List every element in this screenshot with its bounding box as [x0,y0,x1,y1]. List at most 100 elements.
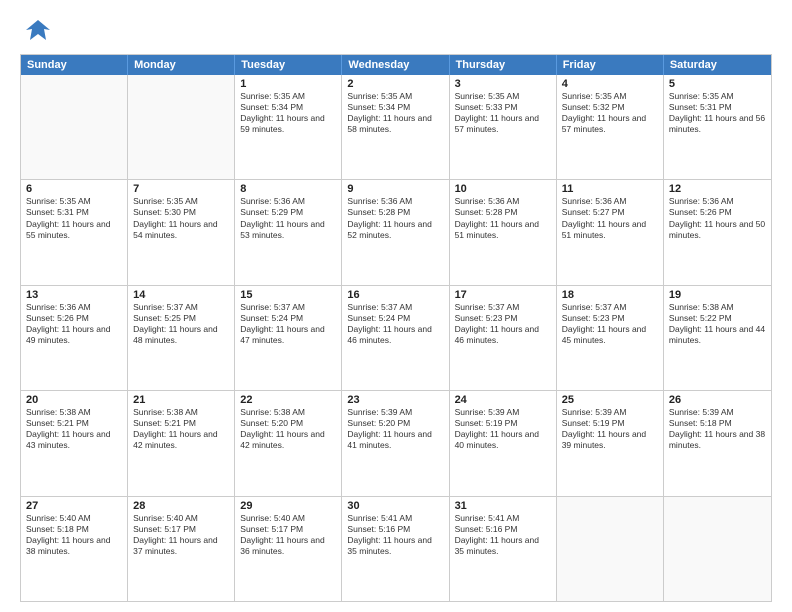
calendar-cell: 21Sunrise: 5:38 AM Sunset: 5:21 PM Dayli… [128,391,235,495]
calendar-cell: 9Sunrise: 5:36 AM Sunset: 5:28 PM Daylig… [342,180,449,284]
header-day-monday: Monday [128,55,235,75]
day-number: 2 [347,78,443,90]
calendar-cell [557,497,664,601]
header-day-tuesday: Tuesday [235,55,342,75]
calendar-body: 1Sunrise: 5:35 AM Sunset: 5:34 PM Daylig… [21,75,771,601]
calendar-cell: 5Sunrise: 5:35 AM Sunset: 5:31 PM Daylig… [664,75,771,179]
day-number: 21 [133,394,229,406]
day-number: 23 [347,394,443,406]
day-info: Sunrise: 5:37 AM Sunset: 5:23 PM Dayligh… [562,302,658,346]
day-number: 31 [455,500,551,512]
calendar-cell: 4Sunrise: 5:35 AM Sunset: 5:32 PM Daylig… [557,75,664,179]
day-number: 5 [669,78,766,90]
day-info: Sunrise: 5:38 AM Sunset: 5:21 PM Dayligh… [26,407,122,451]
day-number: 1 [240,78,336,90]
day-number: 9 [347,183,443,195]
calendar-cell: 31Sunrise: 5:41 AM Sunset: 5:16 PM Dayli… [450,497,557,601]
calendar-cell: 3Sunrise: 5:35 AM Sunset: 5:33 PM Daylig… [450,75,557,179]
day-number: 29 [240,500,336,512]
day-info: Sunrise: 5:36 AM Sunset: 5:27 PM Dayligh… [562,196,658,240]
header-day-sunday: Sunday [21,55,128,75]
day-info: Sunrise: 5:39 AM Sunset: 5:19 PM Dayligh… [455,407,551,451]
calendar-cell: 25Sunrise: 5:39 AM Sunset: 5:19 PM Dayli… [557,391,664,495]
header-day-saturday: Saturday [664,55,771,75]
day-number: 15 [240,289,336,301]
day-info: Sunrise: 5:35 AM Sunset: 5:32 PM Dayligh… [562,91,658,135]
day-info: Sunrise: 5:39 AM Sunset: 5:20 PM Dayligh… [347,407,443,451]
calendar-cell: 7Sunrise: 5:35 AM Sunset: 5:30 PM Daylig… [128,180,235,284]
day-info: Sunrise: 5:35 AM Sunset: 5:30 PM Dayligh… [133,196,229,240]
day-info: Sunrise: 5:38 AM Sunset: 5:20 PM Dayligh… [240,407,336,451]
day-info: Sunrise: 5:40 AM Sunset: 5:17 PM Dayligh… [240,513,336,557]
day-number: 24 [455,394,551,406]
day-info: Sunrise: 5:36 AM Sunset: 5:28 PM Dayligh… [347,196,443,240]
day-number: 25 [562,394,658,406]
header-day-thursday: Thursday [450,55,557,75]
day-number: 28 [133,500,229,512]
day-info: Sunrise: 5:39 AM Sunset: 5:18 PM Dayligh… [669,407,766,451]
day-number: 17 [455,289,551,301]
header-day-friday: Friday [557,55,664,75]
logo-bird-icon [24,16,52,44]
calendar-cell: 26Sunrise: 5:39 AM Sunset: 5:18 PM Dayli… [664,391,771,495]
day-info: Sunrise: 5:36 AM Sunset: 5:26 PM Dayligh… [669,196,766,240]
calendar-cell: 2Sunrise: 5:35 AM Sunset: 5:34 PM Daylig… [342,75,449,179]
day-info: Sunrise: 5:35 AM Sunset: 5:31 PM Dayligh… [26,196,122,240]
calendar-cell: 23Sunrise: 5:39 AM Sunset: 5:20 PM Dayli… [342,391,449,495]
calendar-row-0: 1Sunrise: 5:35 AM Sunset: 5:34 PM Daylig… [21,75,771,179]
calendar-row-1: 6Sunrise: 5:35 AM Sunset: 5:31 PM Daylig… [21,179,771,284]
calendar-cell: 14Sunrise: 5:37 AM Sunset: 5:25 PM Dayli… [128,286,235,390]
day-info: Sunrise: 5:35 AM Sunset: 5:34 PM Dayligh… [240,91,336,135]
day-info: Sunrise: 5:37 AM Sunset: 5:24 PM Dayligh… [347,302,443,346]
day-number: 11 [562,183,658,195]
day-number: 7 [133,183,229,195]
day-number: 27 [26,500,122,512]
logo-text-block [20,16,52,44]
day-info: Sunrise: 5:37 AM Sunset: 5:24 PM Dayligh… [240,302,336,346]
calendar-cell [128,75,235,179]
calendar-cell: 10Sunrise: 5:36 AM Sunset: 5:28 PM Dayli… [450,180,557,284]
day-number: 19 [669,289,766,301]
day-number: 30 [347,500,443,512]
day-number: 10 [455,183,551,195]
calendar-cell: 18Sunrise: 5:37 AM Sunset: 5:23 PM Dayli… [557,286,664,390]
day-info: Sunrise: 5:40 AM Sunset: 5:17 PM Dayligh… [133,513,229,557]
day-info: Sunrise: 5:41 AM Sunset: 5:16 PM Dayligh… [347,513,443,557]
day-info: Sunrise: 5:37 AM Sunset: 5:25 PM Dayligh… [133,302,229,346]
calendar-cell [21,75,128,179]
calendar-cell: 8Sunrise: 5:36 AM Sunset: 5:29 PM Daylig… [235,180,342,284]
day-info: Sunrise: 5:41 AM Sunset: 5:16 PM Dayligh… [455,513,551,557]
calendar-row-2: 13Sunrise: 5:36 AM Sunset: 5:26 PM Dayli… [21,285,771,390]
day-info: Sunrise: 5:36 AM Sunset: 5:29 PM Dayligh… [240,196,336,240]
logo [20,16,52,44]
day-number: 18 [562,289,658,301]
day-info: Sunrise: 5:35 AM Sunset: 5:33 PM Dayligh… [455,91,551,135]
day-info: Sunrise: 5:38 AM Sunset: 5:22 PM Dayligh… [669,302,766,346]
calendar-row-3: 20Sunrise: 5:38 AM Sunset: 5:21 PM Dayli… [21,390,771,495]
page: SundayMondayTuesdayWednesdayThursdayFrid… [0,0,792,612]
header-day-wednesday: Wednesday [342,55,449,75]
calendar: SundayMondayTuesdayWednesdayThursdayFrid… [20,54,772,602]
calendar-cell [664,497,771,601]
day-number: 8 [240,183,336,195]
day-number: 16 [347,289,443,301]
calendar-cell: 16Sunrise: 5:37 AM Sunset: 5:24 PM Dayli… [342,286,449,390]
calendar-cell: 28Sunrise: 5:40 AM Sunset: 5:17 PM Dayli… [128,497,235,601]
calendar-cell: 13Sunrise: 5:36 AM Sunset: 5:26 PM Dayli… [21,286,128,390]
day-info: Sunrise: 5:35 AM Sunset: 5:31 PM Dayligh… [669,91,766,135]
calendar-cell: 6Sunrise: 5:35 AM Sunset: 5:31 PM Daylig… [21,180,128,284]
day-info: Sunrise: 5:36 AM Sunset: 5:28 PM Dayligh… [455,196,551,240]
calendar-cell: 1Sunrise: 5:35 AM Sunset: 5:34 PM Daylig… [235,75,342,179]
day-info: Sunrise: 5:39 AM Sunset: 5:19 PM Dayligh… [562,407,658,451]
calendar-cell: 11Sunrise: 5:36 AM Sunset: 5:27 PM Dayli… [557,180,664,284]
calendar-row-4: 27Sunrise: 5:40 AM Sunset: 5:18 PM Dayli… [21,496,771,601]
header [20,16,772,44]
calendar-cell: 15Sunrise: 5:37 AM Sunset: 5:24 PM Dayli… [235,286,342,390]
calendar-header: SundayMondayTuesdayWednesdayThursdayFrid… [21,55,771,75]
day-info: Sunrise: 5:36 AM Sunset: 5:26 PM Dayligh… [26,302,122,346]
day-number: 22 [240,394,336,406]
day-number: 26 [669,394,766,406]
day-number: 14 [133,289,229,301]
day-number: 4 [562,78,658,90]
calendar-cell: 30Sunrise: 5:41 AM Sunset: 5:16 PM Dayli… [342,497,449,601]
